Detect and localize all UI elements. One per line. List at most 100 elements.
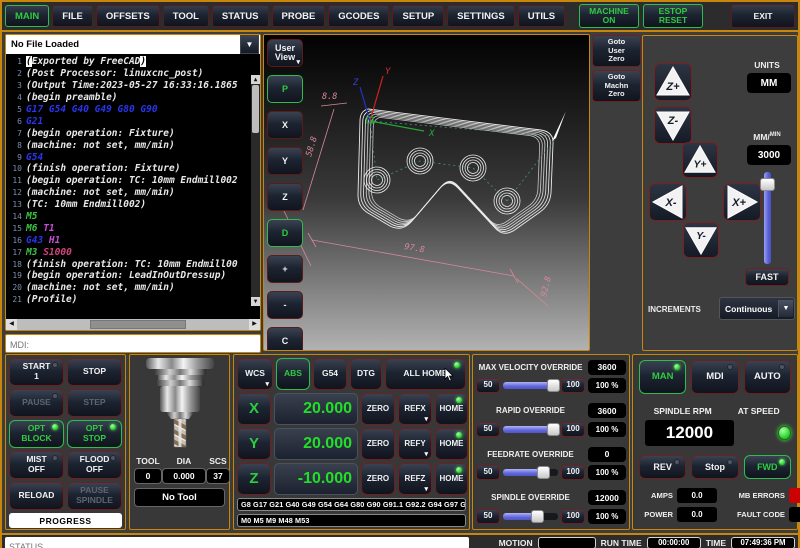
jog-rate-slider[interactable]: [759, 170, 777, 266]
tab-setup[interactable]: SETUP: [392, 5, 444, 27]
home-button-z[interactable]: HOME: [435, 463, 468, 495]
vscroll-thumb[interactable]: [252, 85, 259, 133]
zero-button-x[interactable]: ZERO: [361, 393, 395, 425]
cycle-button-flood-off[interactable]: FLOOD OFF: [67, 451, 122, 479]
zero-button-y[interactable]: ZERO: [361, 428, 395, 460]
view-button-user-view[interactable]: User View▾: [267, 39, 303, 67]
gcode-token: (begin operation: TC: 10mm Endmill002: [26, 175, 238, 186]
cycle-button-start-1[interactable]: START 1: [9, 358, 64, 386]
view-button-c[interactable]: C: [267, 327, 303, 351]
zero-button-z[interactable]: ZERO: [361, 463, 395, 495]
override-slider[interactable]: [503, 465, 558, 480]
view-button-minus[interactable]: -: [267, 291, 303, 319]
file-selector[interactable]: No File Loaded ▼: [6, 35, 260, 54]
jog-button-x-minus[interactable]: X-: [649, 183, 687, 221]
spindle-stop-button[interactable]: Stop: [691, 455, 738, 479]
chevron-down-icon[interactable]: ▼: [778, 300, 793, 317]
override-max-button[interactable]: 100: [561, 509, 585, 524]
goto-button-goto-machn-zero[interactable]: Goto Machn Zero: [592, 70, 641, 102]
ref-button-x[interactable]: REFX▾: [398, 393, 432, 425]
jog-button-z-minus[interactable]: Z-: [654, 106, 692, 144]
view-button-plus[interactable]: +: [267, 255, 303, 283]
axis-button-x[interactable]: X: [237, 393, 271, 425]
cycle-button-pause[interactable]: PAUSE: [9, 389, 64, 417]
cycle-button-pause-spindle[interactable]: PAUSE SPINDLE: [67, 482, 122, 510]
tab-probe[interactable]: PROBE: [272, 5, 326, 27]
scroll-up-icon[interactable]: ▲: [251, 75, 260, 84]
mode-button-mdi[interactable]: MDI: [691, 360, 738, 394]
increments-dropdown[interactable]: Continuous ▼: [719, 297, 795, 320]
override-min-button[interactable]: 50: [476, 378, 500, 393]
goto-button-goto-user-zero[interactable]: Goto User Zero: [592, 35, 641, 67]
slider-handle[interactable]: [760, 178, 775, 191]
slider-handle[interactable]: [547, 379, 560, 392]
override-max-button[interactable]: 100: [561, 422, 585, 437]
gcode-editor[interactable]: 1(Exported by FreeCAD)2(Post Processor: …: [6, 54, 260, 319]
tab-status[interactable]: STATUS: [212, 5, 269, 27]
jog-button-x-plus[interactable]: X+: [723, 183, 761, 221]
ref-button-z[interactable]: REFZ▾: [398, 463, 432, 495]
override-max-button[interactable]: 100: [561, 378, 585, 393]
horizontal-scrollbar[interactable]: ◀ ▶: [6, 319, 260, 330]
scroll-right-icon[interactable]: ▶: [249, 319, 260, 330]
home-button-x[interactable]: HOME: [435, 393, 468, 425]
dro-button-all-home[interactable]: ALL HOME: [385, 358, 466, 390]
jog-button-y-minus[interactable]: Y-: [683, 222, 719, 258]
override-max-button[interactable]: 100: [561, 465, 585, 480]
slider-handle[interactable]: [547, 423, 560, 436]
mode-button-man[interactable]: MAN: [639, 360, 686, 394]
dro-button-g54[interactable]: G54: [313, 358, 347, 390]
dro-button-dtg[interactable]: DTG: [350, 358, 382, 390]
home-button-y[interactable]: HOME: [435, 428, 468, 460]
cycle-button-mist-off[interactable]: MIST OFF: [9, 451, 64, 479]
override-min-button[interactable]: 50: [476, 465, 500, 480]
estop-reset-button[interactable]: ESTOP RESET: [643, 4, 703, 28]
mode-button-auto[interactable]: AUTO: [744, 360, 791, 394]
override-min-button[interactable]: 50: [476, 509, 500, 524]
override-slider[interactable]: [503, 509, 558, 524]
axis-button-z[interactable]: Z: [237, 463, 271, 495]
tab-tool[interactable]: TOOL: [163, 5, 209, 27]
scroll-left-icon[interactable]: ◀: [6, 319, 17, 330]
hscroll-thumb[interactable]: [90, 320, 186, 329]
cycle-button-stop[interactable]: STOP: [67, 358, 122, 386]
jog-button-y-plus[interactable]: Y+: [682, 142, 718, 178]
tab-settings[interactable]: SETTINGS: [447, 5, 515, 27]
slider-handle[interactable]: [531, 510, 544, 523]
cycle-button-reload[interactable]: RELOAD: [9, 482, 64, 510]
view-button-x[interactable]: X: [267, 111, 303, 139]
dro-button-abs[interactable]: ABS: [276, 358, 310, 390]
toolpath-viewport[interactable]: Y Z X 8.8 58.8 -5.0 97.8 92.8: [263, 34, 590, 351]
spindle-fwd-button[interactable]: FWD: [744, 455, 791, 479]
scroll-down-icon[interactable]: ▼: [251, 297, 260, 306]
view-button-z[interactable]: Z: [267, 183, 303, 211]
ref-button-y[interactable]: REFY▾: [398, 428, 432, 460]
chevron-down-icon[interactable]: ▼: [240, 35, 259, 54]
jog-button-z-plus[interactable]: Z+: [654, 63, 692, 101]
axis-button-y[interactable]: Y: [237, 428, 271, 460]
tab-file[interactable]: FILE: [52, 5, 93, 27]
view-button-p[interactable]: P: [267, 75, 303, 103]
override-slider[interactable]: [503, 378, 558, 393]
view-button-label: C: [282, 337, 289, 346]
override-min-button[interactable]: 50: [476, 422, 500, 437]
vertical-scrollbar[interactable]: ▲ ▼: [251, 75, 260, 306]
view-button-d[interactable]: D: [267, 219, 303, 247]
view-button-y[interactable]: Y: [267, 147, 303, 175]
cycle-button-step[interactable]: STEP: [67, 389, 122, 417]
status-message-field[interactable]: [5, 541, 469, 548]
override-slider[interactable]: [503, 422, 558, 437]
cycle-button-opt-block[interactable]: OPT BLOCK: [9, 420, 64, 448]
mdi-input[interactable]: [6, 337, 260, 354]
tab-gcodes[interactable]: GCODES: [328, 5, 389, 27]
exit-button[interactable]: EXIT: [731, 4, 795, 28]
slider-handle[interactable]: [537, 466, 550, 479]
dro-button-wcs[interactable]: WCS▾: [237, 358, 273, 390]
cycle-button-opt-stop[interactable]: OPT STOP: [67, 420, 122, 448]
tab-main[interactable]: MAIN: [5, 5, 49, 27]
fast-button[interactable]: FAST: [745, 268, 789, 286]
spindle-rev-button[interactable]: REV: [639, 455, 686, 479]
tab-offsets[interactable]: OFFSETS: [96, 5, 160, 27]
tab-utils[interactable]: UTILS: [518, 5, 565, 27]
machine-on-button[interactable]: MACHINE ON: [579, 4, 639, 28]
